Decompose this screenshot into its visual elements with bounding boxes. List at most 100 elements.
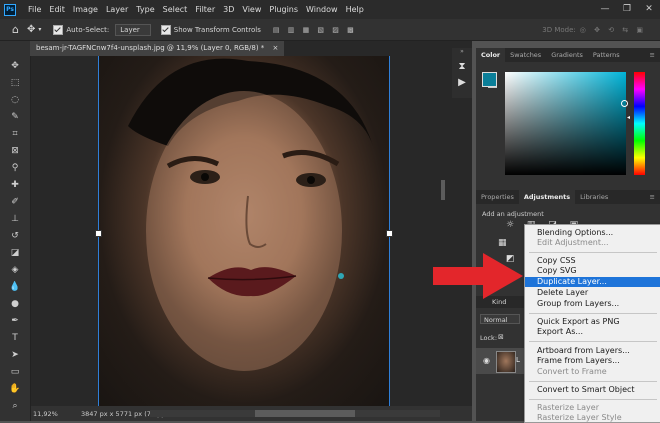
dodge-icon[interactable]: ● [8,298,22,310]
menu-item-quick-export-png[interactable]: Quick Export as PNG [525,317,660,327]
close-tab-icon[interactable]: × [273,44,279,52]
tab-color[interactable]: Color [476,48,506,62]
hand-icon[interactable]: ✋ [8,383,22,395]
transform-controls-checkbox[interactable] [160,24,171,35]
zoom-icon[interactable]: ⌕ [8,400,22,412]
menu-separator [529,341,657,342]
menu-image[interactable]: Image [69,5,102,14]
eyedropper-icon[interactable]: ⚲ [8,162,22,174]
zoom-level[interactable]: 11,92% [33,410,69,418]
history-brush-icon[interactable]: ↺ [8,230,22,242]
menu-3d[interactable]: 3D [219,5,238,14]
panel-menu-icon[interactable]: ≡ [645,48,660,62]
auto-select-label: Auto-Select: [66,25,110,34]
tab-properties[interactable]: Properties [476,190,519,204]
tab-swatches[interactable]: Swatches [505,48,546,62]
minimize-button[interactable]: — [594,0,616,19]
menu-type[interactable]: Type [132,5,158,14]
hue-pointer-icon[interactable]: ◂ [627,114,630,121]
home-icon[interactable]: ⌂ [12,23,19,36]
tab-patterns[interactable]: Patterns [588,48,625,62]
lock-pixels-icon[interactable]: ⊠ [498,333,504,341]
brush-icon[interactable]: ✐ [8,196,22,208]
menu-item-copy-svg[interactable]: Copy SVG [525,266,660,276]
menu-item-delete-layer[interactable]: Delete Layer [525,288,660,298]
menu-item-artboard-from-layers[interactable]: Artboard from Layers... [525,346,660,356]
menu-item-rasterize-layer[interactable]: Rasterize Layer [525,403,660,413]
tab-adjustments[interactable]: Adjustments [518,190,576,204]
menu-item-edit-adjustment[interactable]: Edit Adjustment... [525,238,660,248]
lasso-icon[interactable]: ◌ [8,94,22,106]
menu-item-duplicate-layer[interactable]: Duplicate Layer... [525,277,660,287]
history-icon[interactable]: ⧗ [452,61,472,72]
collapse-icon[interactable]: » [452,48,472,55]
panel-menu-icon[interactable]: ≡ [645,190,660,204]
menu-item-export-as[interactable]: Export As... [525,327,660,337]
menu-item-frame-from-layers[interactable]: Frame from Layers... [525,356,660,366]
foreground-color-swatch[interactable] [482,72,497,87]
menu-item-rasterize-layer-style[interactable]: Rasterize Layer Style [525,413,660,423]
frame-icon[interactable]: ⊠ [8,145,22,157]
adjustment-icons-row2[interactable]: ▦ [498,238,507,248]
menu-item-group-from-layers[interactable]: Group from Layers... [525,299,660,309]
document-tab[interactable]: besam-jr-TAGFNCnw7f4-unsplash.jpg @ 11,9… [30,41,285,56]
healing-icon[interactable]: ✚ [8,179,22,191]
blur-icon[interactable]: 💧 [8,281,22,293]
restore-button[interactable]: ❐ [616,0,638,19]
visibility-eye-icon[interactable]: ◉ [483,356,490,365]
hue-slider[interactable] [634,72,645,175]
quick-select-icon[interactable]: ✎ [8,111,22,123]
red-arrow-annotation [433,253,523,299]
blend-mode-dropdown[interactable]: Normal [480,314,520,324]
menu-window[interactable]: Window [302,5,342,14]
transform-handle-left[interactable] [95,230,102,237]
layer-kind-filter[interactable]: Kind [492,298,506,306]
menu-item-convert-smart-object[interactable]: Convert to Smart Object [525,385,660,395]
close-button[interactable]: ✕ [638,0,660,19]
paint-bucket-icon[interactable]: ◈ [8,264,22,276]
chevron-down-icon[interactable]: ▾ [38,26,41,33]
menu-view[interactable]: View [238,5,265,14]
transform-handle-right[interactable] [386,230,393,237]
layer-thumbnail [496,351,516,373]
pen-icon[interactable]: ✒ [8,315,22,327]
auto-select-dropdown[interactable]: Layer [115,23,151,36]
menu-item-blending-options[interactable]: Blending Options... [525,228,660,238]
tab-gradients[interactable]: Gradients [546,48,588,62]
menu-filter[interactable]: Filter [191,5,219,14]
actions-play-icon[interactable]: ▶ [452,77,472,88]
menu-select[interactable]: Select [159,5,192,14]
eraser-icon[interactable]: ◪ [8,247,22,259]
path-select-icon[interactable]: ➤ [8,349,22,361]
color-picker-field[interactable] [505,72,628,175]
add-adjustment-label: Add an adjustment [482,210,544,218]
menu-layer[interactable]: Layer [102,5,132,14]
menu-plugins[interactable]: Plugins [265,5,302,14]
canvas-image[interactable] [98,56,390,406]
marquee-icon[interactable]: ⬚ [8,77,22,89]
menu-item-convert-to-frame[interactable]: Convert to Frame [525,367,660,377]
layer-row-layer-0[interactable]: ◉ L [476,348,524,374]
auto-select-checkbox[interactable] [53,24,64,35]
color-panel-tabs: Color Swatches Gradients Patterns ≡ [476,48,660,62]
type-icon[interactable]: T [8,332,22,344]
lock-label: Lock: [480,334,498,342]
align-icons[interactable]: ▤ ▥ ▦ ▧ ▨ ▩ [273,26,357,34]
move-icon[interactable]: ✥ [8,60,22,72]
crop-icon[interactable]: ⌗ [8,128,22,140]
move-tool-icon[interactable]: ✥ [27,24,35,35]
menu-separator [529,313,657,314]
menu-file[interactable]: File [24,5,45,14]
menu-item-copy-css[interactable]: Copy CSS [525,256,660,266]
3d-mode-label: 3D Mode: [542,25,576,34]
3d-mode-icons[interactable]: ◎ ✥ ⟲ ⇆ ▣ [580,26,646,34]
clone-stamp-icon[interactable]: ⊥ [8,213,22,225]
rectangle-icon[interactable]: ▭ [8,366,22,378]
menu-edit[interactable]: Edit [45,5,69,14]
horizontal-scroll-thumb[interactable] [255,410,355,417]
vertical-scrollbar[interactable] [438,56,472,406]
menu-help[interactable]: Help [342,5,368,14]
document-title: besam-jr-TAGFNCnw7f4-unsplash.jpg @ 11,9… [36,44,265,52]
menu-bar: Ps File Edit Image Layer Type Select Fil… [0,0,660,19]
tab-libraries[interactable]: Libraries [575,190,613,204]
